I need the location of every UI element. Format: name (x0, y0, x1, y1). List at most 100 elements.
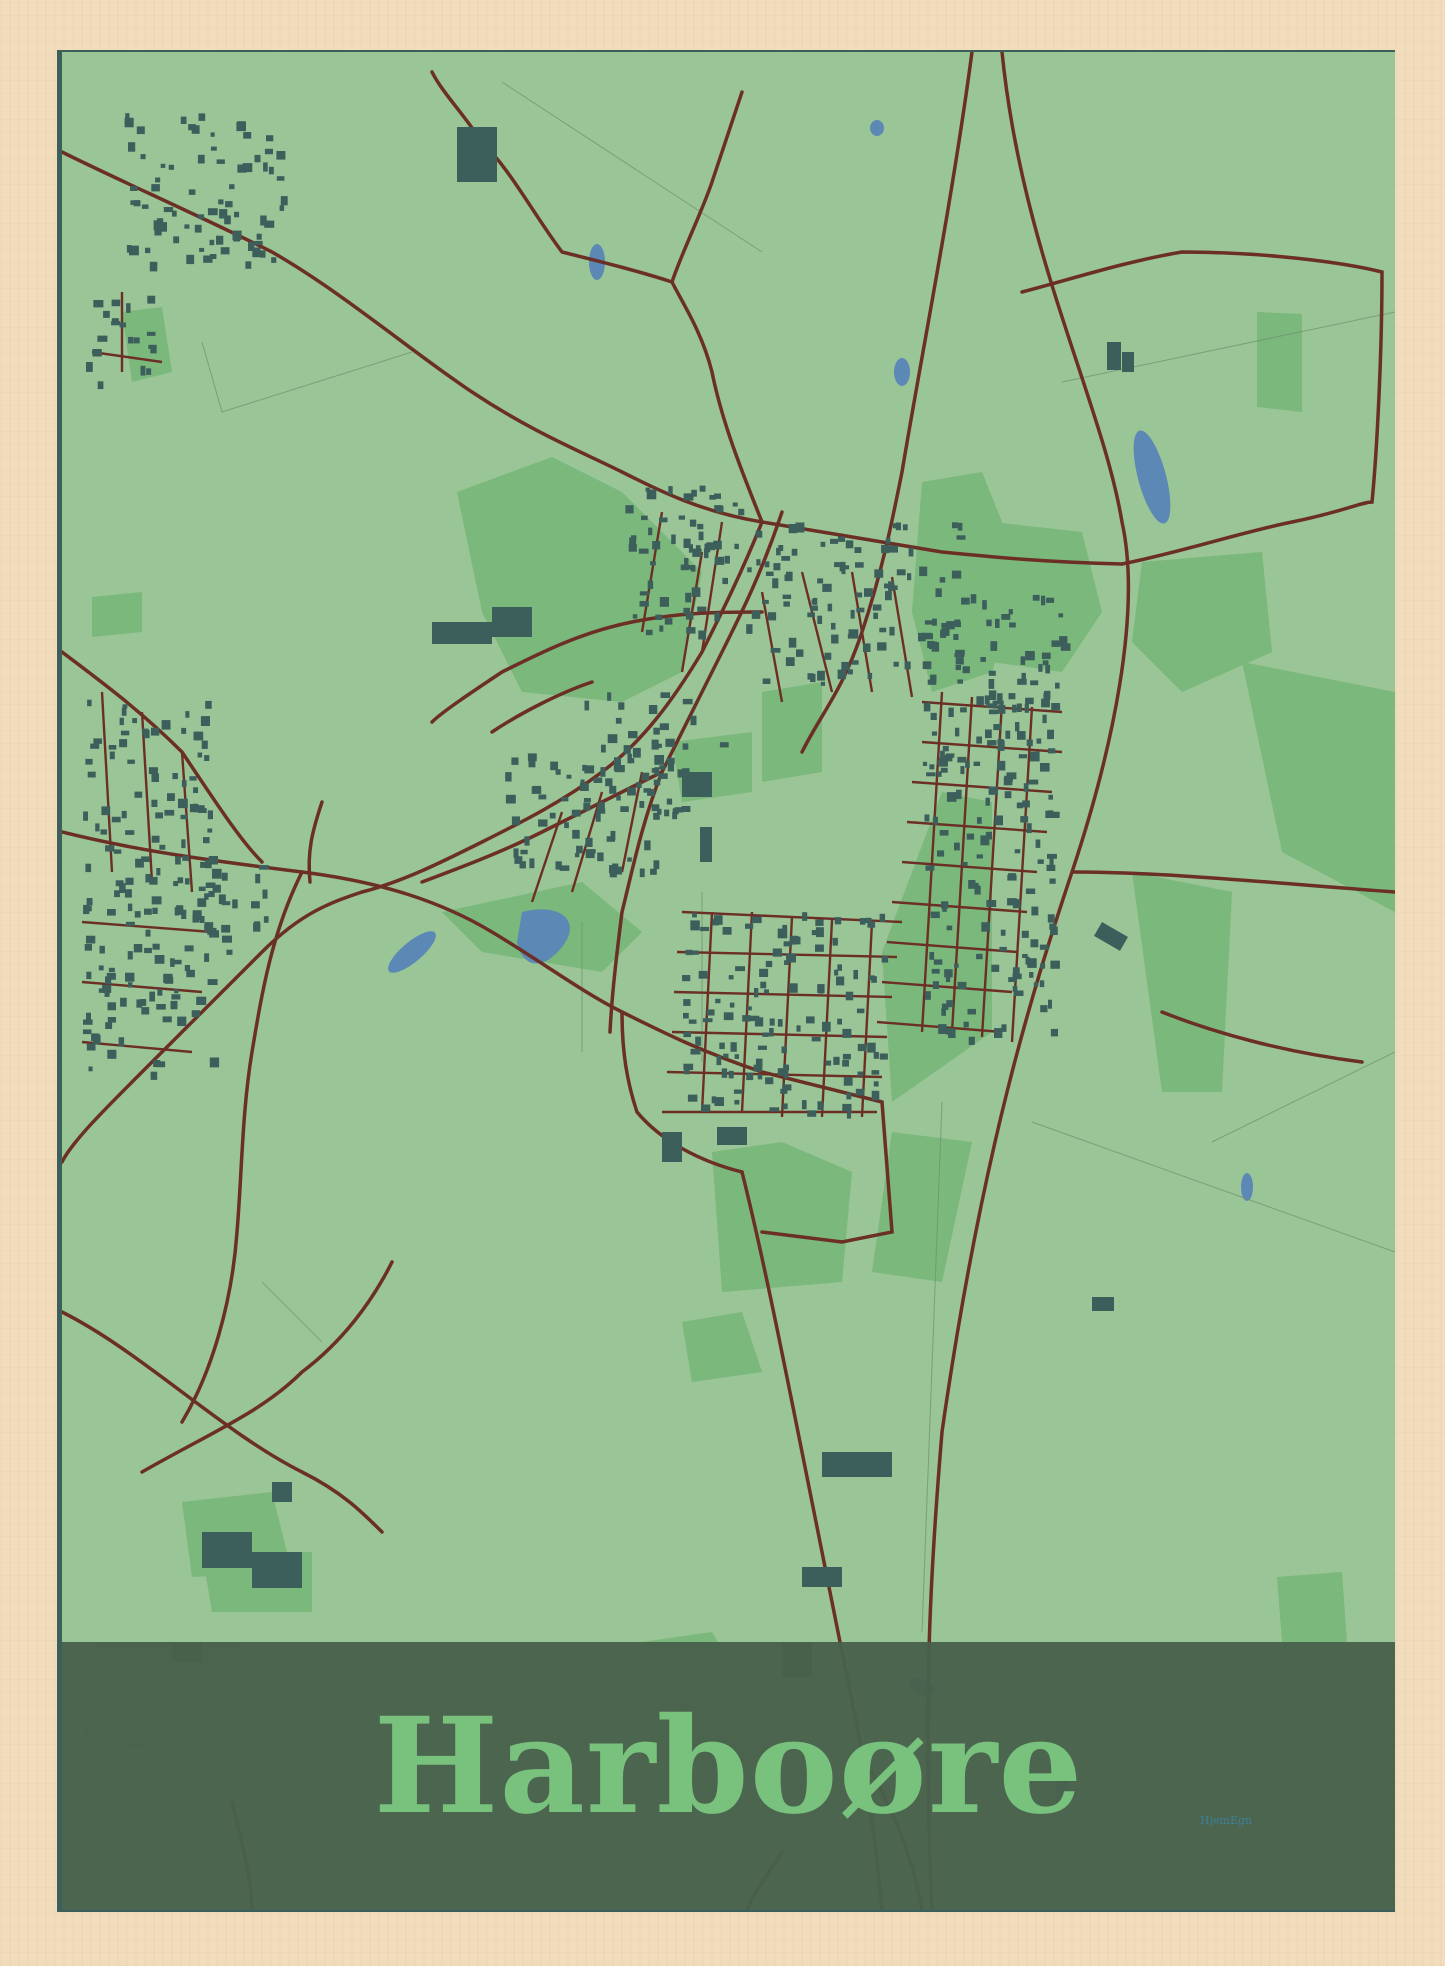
town-building (689, 519, 697, 527)
town-building (125, 921, 135, 927)
town-building (186, 254, 195, 265)
town-building (126, 303, 131, 313)
town-building (86, 971, 92, 980)
town-building (881, 956, 889, 963)
town-building (650, 868, 657, 875)
town-building (677, 769, 685, 778)
town-building (180, 116, 187, 124)
town-building (97, 335, 108, 342)
town-building (177, 1016, 187, 1026)
town-building (872, 604, 882, 611)
park-area (712, 1142, 852, 1292)
town-building (1016, 802, 1023, 809)
town-building (888, 545, 898, 553)
town-building (871, 1090, 880, 1101)
town-building (784, 960, 789, 965)
town-building (618, 702, 625, 710)
town-building (254, 154, 261, 163)
town-building (885, 537, 891, 544)
town-building (842, 1028, 852, 1038)
lake (1133, 430, 1171, 524)
town-building (855, 1088, 865, 1096)
town-building (666, 757, 675, 765)
town-building (142, 728, 149, 735)
town-building (85, 863, 92, 873)
town-building (730, 1042, 737, 1052)
town-building (1040, 763, 1050, 772)
town-building (83, 811, 88, 821)
town-building (732, 502, 738, 507)
town-building (121, 707, 127, 716)
town-building (1016, 703, 1022, 712)
town-building (659, 625, 664, 632)
town-building (960, 766, 965, 775)
town-building (985, 797, 990, 806)
town-building (1047, 748, 1056, 754)
town-building (940, 767, 948, 773)
town-building (772, 948, 782, 957)
road (420, 770, 664, 884)
road (62, 650, 264, 864)
town-building (941, 1008, 946, 1016)
town-building (976, 736, 982, 744)
town-building (1049, 878, 1056, 884)
town-building (687, 1094, 698, 1102)
town-building (873, 612, 878, 619)
town-building (155, 812, 163, 819)
town-building (654, 755, 664, 765)
town-building (205, 700, 212, 709)
town-building (889, 626, 895, 636)
town-building (263, 162, 268, 172)
town-building (971, 882, 979, 889)
town-building (92, 349, 102, 357)
town-building (810, 605, 818, 611)
town-building (1033, 982, 1039, 987)
town-building (838, 536, 846, 542)
town-building (164, 809, 175, 816)
town-building (1020, 816, 1029, 823)
town-building (208, 856, 218, 865)
town-building (908, 547, 914, 557)
town-building (948, 707, 954, 717)
town-building (757, 1074, 763, 1080)
town-building (682, 975, 691, 982)
town-building (770, 648, 781, 653)
town-building (108, 745, 117, 750)
town-building (987, 740, 997, 746)
town-building (769, 1018, 775, 1026)
town-building (654, 767, 660, 776)
town-building (103, 310, 110, 318)
town-building (1025, 651, 1035, 661)
town-building (192, 910, 202, 920)
town-building (204, 755, 210, 761)
town-building (218, 199, 224, 205)
town-building (831, 622, 836, 630)
town-building (572, 829, 580, 839)
town-building (960, 707, 967, 713)
town-building (841, 661, 850, 671)
town-building (685, 949, 693, 956)
town-building (783, 601, 790, 607)
town-building (210, 146, 217, 151)
town-building (719, 742, 729, 748)
town-building (597, 852, 604, 862)
town-building (791, 548, 798, 556)
city-name-title: Harboøre (373, 1689, 1084, 1844)
town-building (688, 1019, 697, 1024)
town-building (84, 944, 92, 951)
town-building (1040, 1005, 1048, 1013)
town-building (237, 164, 247, 173)
town-building (136, 999, 143, 1008)
town-building (700, 926, 710, 932)
town-building (762, 599, 769, 604)
town-building (957, 522, 963, 531)
town-building (1020, 656, 1026, 665)
town-building (255, 873, 261, 884)
town-building (668, 486, 673, 495)
town-building (124, 889, 132, 898)
town-building (856, 1008, 865, 1014)
town-building (280, 196, 288, 206)
town-building (168, 164, 174, 170)
town-building (141, 1007, 150, 1015)
town-building (811, 1036, 821, 1042)
